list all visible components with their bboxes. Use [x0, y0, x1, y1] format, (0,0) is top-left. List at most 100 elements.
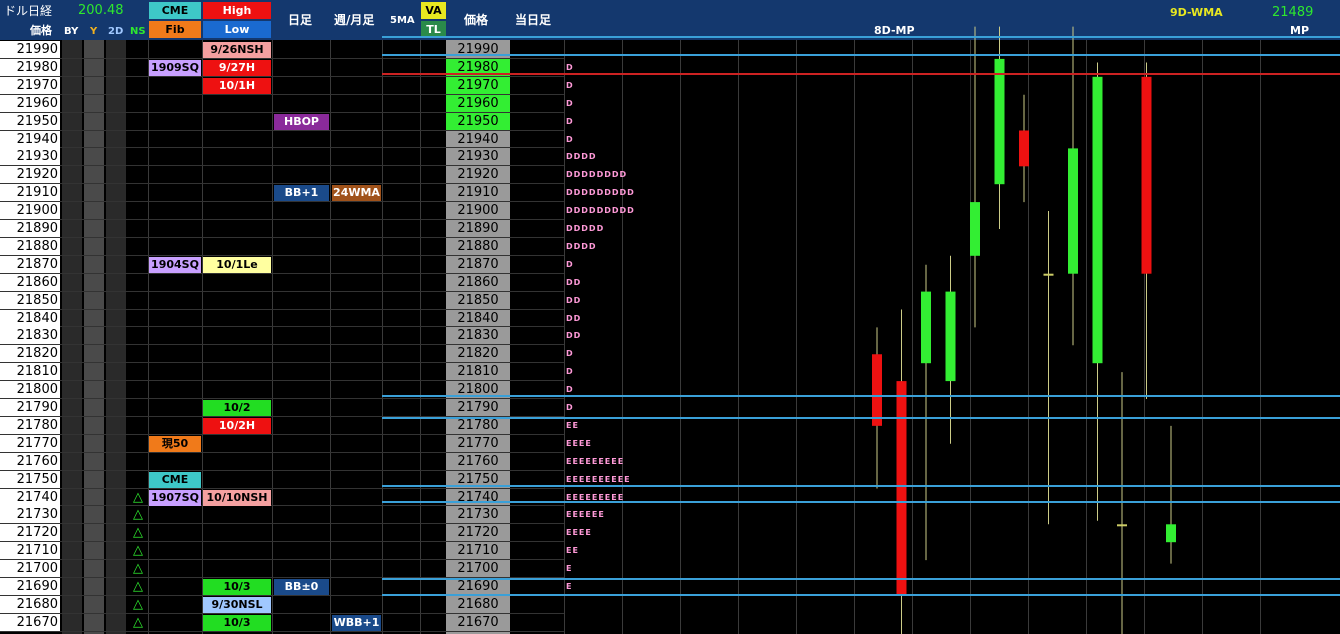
price-column-cell: 21920 [457, 167, 499, 183]
price-column-cell: 21710 [457, 543, 499, 559]
tpo-profile-row: D [566, 259, 574, 269]
price-row-label: 21880 [0, 237, 60, 255]
high-low-level-cell: 9/27H [203, 59, 271, 76]
daily-level-cell: BB+1 [274, 185, 329, 202]
price-column-cell: 21830 [457, 328, 499, 344]
level-line [382, 53, 1340, 56]
price-row-label: 21850 [0, 291, 60, 309]
tpo-profile-row: DDDDDDDD [566, 170, 628, 180]
price-column-cell: 21760 [457, 453, 499, 469]
price-row-label: 21900 [0, 202, 60, 220]
weekly-level-cell: WBB+1 [332, 614, 381, 631]
price-row-label: 21950 [0, 112, 60, 130]
price-column-cell: 21700 [457, 561, 499, 577]
price-column-cell: 21960 [446, 94, 510, 112]
price-column-cell: 21770 [457, 435, 499, 451]
va-header: VA [421, 2, 446, 19]
price-column-cell: 21950 [446, 112, 510, 130]
wma-label: 9D-WMA [1170, 6, 1223, 19]
high-low-level-cell: 10/3 [203, 614, 271, 631]
cme-level-cell: CME [149, 471, 201, 488]
price-column-cell: 21720 [457, 525, 499, 541]
tpo-profile-row: DD [566, 277, 582, 287]
pair-value: 200.48 [78, 3, 124, 18]
high-header: High [203, 2, 271, 19]
mp-value: 21489 [1272, 5, 1314, 20]
price-row-label: 21690 [0, 578, 60, 595]
price-row-label: 21940 [0, 130, 60, 148]
price-row-label: 21830 [0, 327, 60, 345]
level-line [382, 395, 1340, 398]
price-column-cell: 21860 [457, 274, 499, 290]
price-column-cell: 21880 [457, 238, 499, 254]
price-row-label: 21840 [0, 309, 60, 327]
tpo-profile-row: DDDDD [566, 224, 605, 233]
level-line [382, 594, 1340, 597]
ns-triangle-icon: △ [133, 543, 143, 559]
tpo-profile-row: E [566, 582, 573, 591]
toggle-ns[interactable]: NS [130, 25, 146, 39]
cme-level-cell: 1909SQ [149, 59, 201, 76]
price-row-label: 21670 [0, 613, 60, 631]
ns-triangle-icon: △ [133, 507, 143, 523]
price-column-cell: 21910 [457, 185, 499, 201]
price-row-label: 21740 [0, 488, 60, 506]
weekly-header: 週/月足 [334, 13, 375, 27]
price-column-cell: 21850 [457, 292, 499, 308]
price-row-label: 21710 [0, 542, 60, 560]
price-column-cell: 21930 [457, 149, 499, 165]
price-row-label: 21680 [0, 595, 60, 613]
high-low-level-cell: 10/1Le [203, 256, 271, 273]
ns-triangle-icon: △ [133, 489, 143, 505]
tpo-profile-row: DD [566, 331, 582, 341]
tpo-profile-row: EEEE [566, 438, 592, 448]
price-row-label: 21750 [0, 470, 60, 488]
high-low-level-cell: 10/2 [203, 400, 271, 416]
cme-header: CME [149, 2, 201, 19]
price-row-label: 21720 [0, 524, 60, 542]
high-low-level-cell: 10/10NSH [203, 489, 271, 506]
tpo-profile-row: D [566, 116, 574, 126]
today-header: 当日足 [515, 13, 552, 27]
high-low-level-cell: 10/1H [203, 77, 271, 94]
tpo-profile-row: DDDD [566, 241, 597, 251]
tpo-profile-row: D [566, 98, 574, 108]
tpo-profile-row: D [566, 349, 574, 359]
daily-level-cell: HBOP [274, 113, 329, 130]
price-column-cell: 21840 [457, 310, 499, 326]
toggle-y[interactable]: Y [90, 25, 97, 39]
price-column-cell: 21870 [457, 256, 499, 272]
price-row-label: 21890 [0, 220, 60, 237]
price-header: 価格 [30, 24, 52, 37]
tpo-profile-row: E [566, 564, 573, 574]
tpo-profile-row: EEEE [566, 528, 592, 538]
price-row-label: 21870 [0, 255, 60, 273]
ns-triangle-icon: △ [133, 525, 143, 541]
cme-level-cell: 1907SQ [149, 489, 201, 506]
price-column-cell: 21680 [457, 596, 499, 612]
high-low-level-cell: 10/2H [203, 417, 271, 434]
price-column-cell: 21820 [457, 346, 499, 362]
header-bar: ドル日経 200.48 価格 BY Y 2D NS CME Fib High L… [0, 0, 1340, 40]
price-row-label: 21790 [0, 399, 60, 416]
pair-label: ドル日経 [4, 4, 53, 18]
toggle-2d[interactable]: 2D [108, 25, 123, 39]
level-line [382, 73, 1340, 76]
price-row-label: 21930 [0, 148, 60, 166]
high-low-level-cell: 9/30NSL [203, 596, 271, 613]
price-column-cell: 21730 [457, 507, 499, 523]
ma5-header: 5MA [390, 15, 415, 26]
tpo-profile-row: D [566, 367, 574, 377]
price-column-cell: 21890 [457, 221, 499, 236]
tpo-profile-row: EEEEEEEEE [566, 456, 625, 466]
price-column-cell: 21940 [457, 131, 499, 147]
price-row-label: 21760 [0, 452, 60, 470]
tpo-profile-row: DD [566, 295, 582, 305]
price-column-cell: 21690 [457, 579, 499, 594]
ns-triangle-icon: △ [133, 561, 143, 577]
toggle-by[interactable]: BY [64, 25, 78, 39]
price-column-cell: 21790 [457, 400, 499, 415]
row-divider [0, 630, 564, 632]
high-low-level-cell: 9/26NSH [203, 42, 271, 58]
price-row-label: 21980 [0, 58, 60, 76]
